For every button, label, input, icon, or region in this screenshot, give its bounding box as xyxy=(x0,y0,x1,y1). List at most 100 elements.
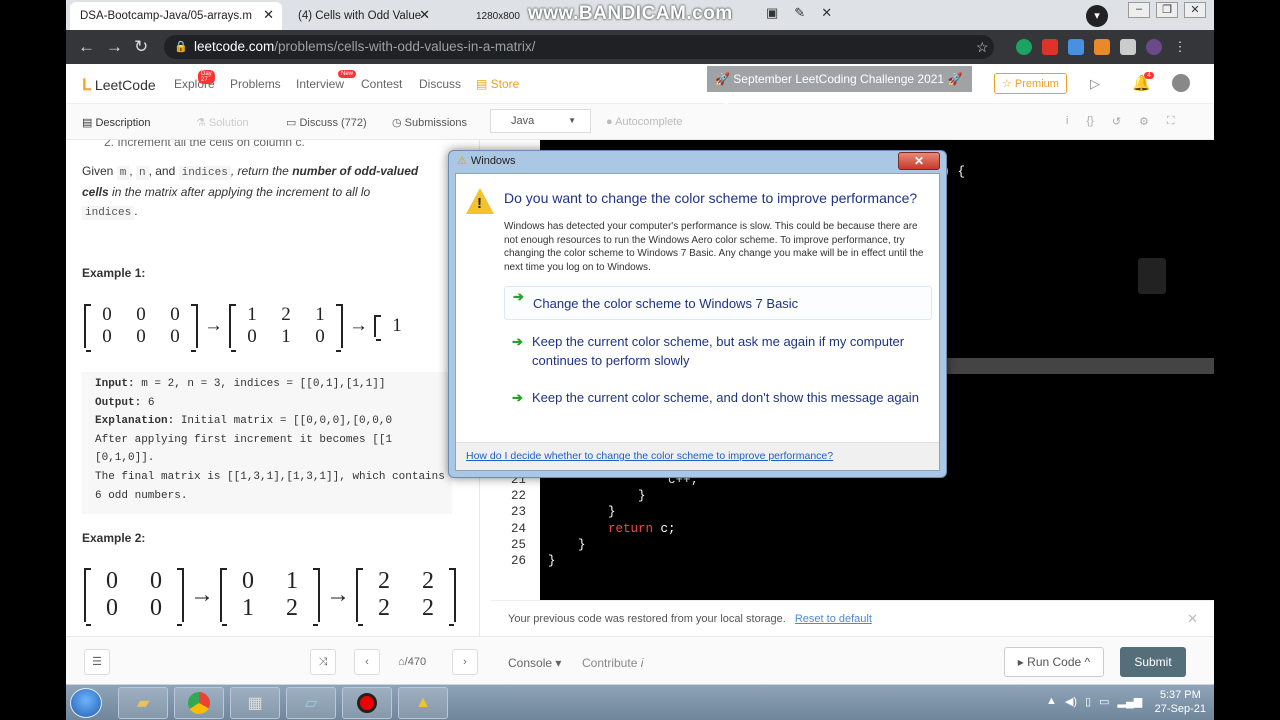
clock-time: 5:37 PM xyxy=(1159,689,1201,701)
notepad-taskbar-icon[interactable]: ▱ xyxy=(286,687,336,719)
green-arrow-icon: ➔ xyxy=(512,334,523,349)
puzzle-icon[interactable] xyxy=(1120,39,1136,55)
usb-icon[interactable]: ▯ xyxy=(1085,695,1091,708)
user-icon[interactable] xyxy=(1172,74,1190,92)
logo-text: LeetCode xyxy=(94,77,156,93)
browser-tab-github[interactable]: DSA-Bootcamp-Java/05-arrays.m ✕ xyxy=(70,2,282,30)
autocomplete-toggle[interactable]: ● Autocomplete xyxy=(606,116,682,128)
prev-problem-button[interactable]: ‹ xyxy=(354,649,380,675)
close-window-icon[interactable]: ✕ xyxy=(1184,2,1206,18)
leetcode-logo[interactable]: ᒪ LeetCode xyxy=(82,75,156,95)
volume-icon[interactable]: ◀) xyxy=(1065,695,1077,708)
metamask-icon[interactable] xyxy=(1094,39,1110,55)
playground-icon[interactable]: ▷ xyxy=(1090,76,1100,92)
help-link[interactable]: How do I decide whether to change the co… xyxy=(466,450,833,462)
matrix-cell: 1 xyxy=(315,304,325,325)
tab-submissions[interactable]: ◷ Submissions xyxy=(392,116,467,129)
chrome-taskbar-icon[interactable] xyxy=(174,687,224,719)
nav-store[interactable]: ▤ Store xyxy=(476,77,519,91)
nav-contest[interactable]: Contest xyxy=(361,77,402,91)
browser-tab-leetcode[interactable]: (4) Cells with Odd Value ✕ xyxy=(288,2,438,30)
braces-icon[interactable]: {} xyxy=(1086,115,1093,128)
reset-to-default-link[interactable]: Reset to default xyxy=(795,613,872,625)
warning-taskbar-icon[interactable]: ▲ xyxy=(398,687,448,719)
screenshot-icon[interactable] xyxy=(1068,39,1084,55)
tab-solution[interactable]: ⚗ Solution xyxy=(196,116,249,129)
nav-explore[interactable]: Explore Day 27 xyxy=(174,70,215,91)
reset-icon[interactable]: ↺ xyxy=(1112,115,1121,128)
bandicam-taskbar-icon[interactable] xyxy=(342,687,392,719)
problem-list-icon[interactable]: ☰ xyxy=(84,649,110,675)
maximize-icon[interactable]: ❐ xyxy=(1156,2,1178,18)
settings-icon[interactable]: ⚙ xyxy=(1139,115,1149,128)
camera-icon[interactable]: ▣ xyxy=(766,5,778,21)
info-icon[interactable]: i xyxy=(1066,115,1068,128)
nav-discuss[interactable]: Discuss xyxy=(419,77,461,91)
challenge-label: September LeetCoding Challenge 2021 xyxy=(733,72,945,86)
arrow-icon: → xyxy=(349,315,368,336)
matrix-cell: 0 xyxy=(150,595,162,621)
signal-icon[interactable]: ▂▄▆ xyxy=(1117,695,1142,708)
star-icon: ☆ xyxy=(1002,78,1015,90)
info-icon: i xyxy=(640,656,644,670)
grammarly-icon[interactable] xyxy=(1016,39,1032,55)
matrix: 000000 xyxy=(84,304,198,352)
tab-discuss[interactable]: ▭ Discuss (772) xyxy=(286,116,367,129)
bandicam-watermark: www.BANDICAM.com xyxy=(528,3,733,24)
dialog-close-button[interactable]: ✕ xyxy=(898,152,940,170)
reload-icon[interactable]: ↻ xyxy=(134,37,148,57)
clock[interactable]: 5:37 PM 27-Sep-21 xyxy=(1155,688,1206,716)
io-text: The final matrix is [[1,3,1],[1,3,1]], w… xyxy=(95,470,445,483)
code-indices: indices xyxy=(178,166,231,180)
code-m: m xyxy=(116,166,130,180)
start-button[interactable] xyxy=(70,688,102,718)
show-hidden-icon[interactable]: ▲ xyxy=(1046,695,1057,708)
premium-button[interactable]: ☆ Premium xyxy=(994,73,1067,94)
shuffle-icon[interactable]: ⤨ xyxy=(310,649,336,675)
next-problem-button[interactable]: › xyxy=(452,649,478,675)
calculator-taskbar-icon[interactable]: ▦ xyxy=(230,687,280,719)
close-icon[interactable]: ✕ xyxy=(821,5,832,21)
chrome-icon xyxy=(188,692,210,714)
forward-icon[interactable]: → xyxy=(106,37,123,57)
close-icon[interactable]: ✕ xyxy=(1187,601,1198,637)
nav-label: Interview xyxy=(296,77,345,91)
pencil-icon[interactable]: ✎ xyxy=(794,5,805,21)
window-controls: – ❐ ✕ xyxy=(1120,0,1214,20)
option-keep-ask-again[interactable]: ➔ Keep the current color scheme, but ask … xyxy=(504,332,932,370)
address-bar: ← → ↻ 🔒 leetcode.com/problems/cells-with… xyxy=(66,30,1214,64)
matrix-cell: 0 xyxy=(170,326,180,347)
console-toggle[interactable]: Console ▾ xyxy=(508,656,561,670)
tab-description[interactable]: ▤ Description xyxy=(82,116,150,129)
url-field[interactable]: 🔒 leetcode.com/problems/cells-with-odd-v… xyxy=(164,35,994,59)
green-arrow-icon: ➔ xyxy=(513,289,524,304)
warning-icon: ▲ xyxy=(415,694,431,711)
chrome-profile-icon[interactable]: ▾ xyxy=(1086,5,1108,27)
back-icon[interactable]: ← xyxy=(78,37,95,57)
submit-button[interactable]: Submit xyxy=(1120,647,1186,677)
bookmark-star-icon[interactable]: ☆ xyxy=(976,39,989,56)
fullscreen-icon[interactable]: ⛶ xyxy=(1167,115,1175,128)
option-change-scheme[interactable]: ➔ Change the color scheme to Windows 7 Ba… xyxy=(504,286,932,320)
challenge-banner[interactable]: 🚀 September LeetCoding Challenge 2021 🚀 … xyxy=(707,66,972,112)
language-select[interactable]: Java ▼ xyxy=(490,109,591,133)
explorer-taskbar-icon[interactable]: ▰ xyxy=(118,687,168,719)
option-keep-dont-show[interactable]: ➔ Keep the current color scheme, and don'… xyxy=(504,388,932,407)
contribute-link[interactable]: Contribute i xyxy=(582,656,643,670)
menu-icon[interactable]: ⋮ xyxy=(1172,39,1188,55)
battery-icon[interactable]: ▭ xyxy=(1099,695,1109,708)
minimap-icon[interactable] xyxy=(1138,258,1166,294)
close-tab-icon[interactable]: ✕ xyxy=(419,7,430,23)
minimize-icon[interactable]: – xyxy=(1128,2,1150,18)
matrix: 0112 xyxy=(220,568,320,626)
example-2-heading: Example 2: xyxy=(82,531,146,545)
dialog-title: Windows xyxy=(470,154,516,167)
nav-interview[interactable]: Interview New xyxy=(296,70,357,91)
close-tab-icon[interactable]: ✕ xyxy=(263,7,274,23)
record-icon xyxy=(357,693,377,713)
run-code-button[interactable]: ▸ Run Code ^ xyxy=(1004,647,1104,677)
avatar[interactable] xyxy=(1146,39,1162,55)
dot-icon: ● xyxy=(606,116,616,128)
pdf-icon[interactable] xyxy=(1042,39,1058,55)
nav-problems[interactable]: Problems xyxy=(230,77,281,91)
